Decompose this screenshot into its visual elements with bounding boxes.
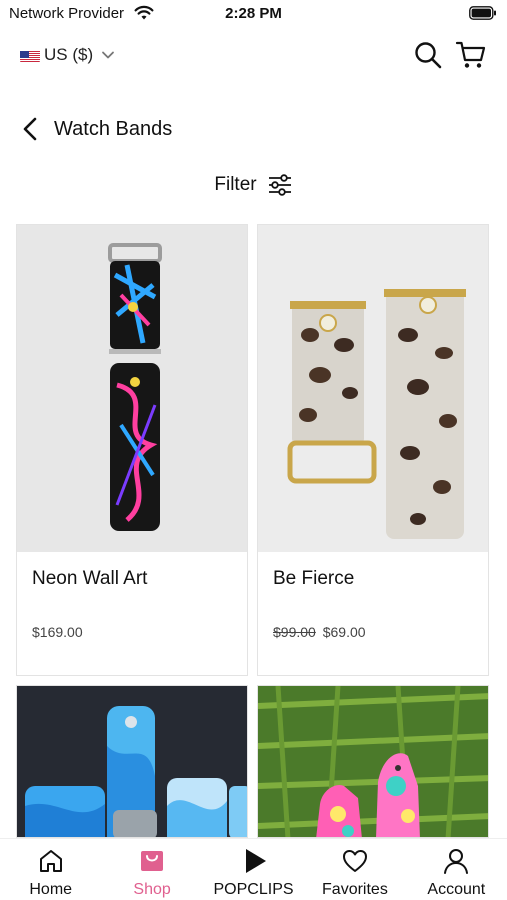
page-header: Watch Bands [0, 112, 507, 148]
currency-label: US ($) [44, 45, 94, 64]
status-bar: Network Provider 2:28 PM [0, 0, 507, 28]
watch-band-image [258, 686, 488, 837]
product-card[interactable] [257, 685, 489, 838]
product-image[interactable] [258, 686, 488, 837]
chevron-down-icon [102, 51, 115, 59]
product-name: Neon Wall Art [32, 568, 148, 589]
product-card[interactable] [16, 685, 248, 838]
product-info: Be Fierce $99.00 $69.00 [258, 552, 488, 675]
tab-favorites[interactable]: Favorites [304, 839, 405, 900]
status-time: 2:28 PM [225, 5, 282, 22]
search-icon[interactable] [413, 40, 443, 70]
us-flag-icon [20, 49, 40, 62]
battery-icon [469, 6, 496, 20]
price-value: $69.00 [322, 624, 366, 640]
product-card-be-fierce[interactable]: Be Fierce $99.00 $69.00 [257, 224, 489, 676]
user-icon [444, 849, 469, 874]
top-bar: US ($) [0, 40, 507, 74]
filter-label: Filter [214, 174, 257, 195]
tab-home[interactable]: Home [0, 839, 101, 900]
product-image[interactable] [258, 225, 488, 552]
product-card-neon-wall-art[interactable]: Neon Wall Art $169.00 [16, 224, 248, 676]
tab-account[interactable]: Account [406, 839, 507, 900]
heart-icon [342, 850, 367, 872]
tab-label: Home [29, 881, 73, 898]
filter-button[interactable]: Filter [0, 168, 507, 202]
shopping-bag-icon [141, 851, 164, 871]
product-info: Neon Wall Art $169.00 [17, 552, 247, 675]
cart-icon[interactable] [455, 40, 487, 70]
watch-band-image [17, 225, 247, 552]
tab-label: Favorites [322, 881, 388, 898]
play-icon [245, 849, 266, 873]
tab-label: Account [427, 881, 486, 898]
product-price: $169.00 [32, 624, 232, 640]
home-icon [39, 850, 62, 872]
tab-shop[interactable]: Shop [101, 839, 202, 900]
tab-label: Shop [133, 881, 171, 898]
sliders-icon [268, 174, 291, 196]
product-price: $99.00 $69.00 [273, 624, 473, 640]
price-value: $169.00 [32, 624, 83, 640]
page-title: Watch Bands [54, 118, 173, 140]
product-image[interactable] [17, 686, 247, 837]
product-name: Be Fierce [273, 568, 355, 589]
product-image[interactable] [17, 225, 247, 552]
watch-band-image [258, 225, 488, 552]
tab-popclips[interactable]: POPCLIPS [203, 839, 304, 900]
watch-band-image [17, 686, 247, 837]
tab-label: POPCLIPS [213, 881, 294, 898]
currency-selector[interactable]: US ($) [20, 45, 115, 65]
compare-at-price: $99.00 [273, 624, 316, 640]
back-chevron-icon[interactable] [18, 116, 44, 142]
bottom-tab-bar: Home Shop POPCLIPS Favorites Account [0, 838, 507, 900]
